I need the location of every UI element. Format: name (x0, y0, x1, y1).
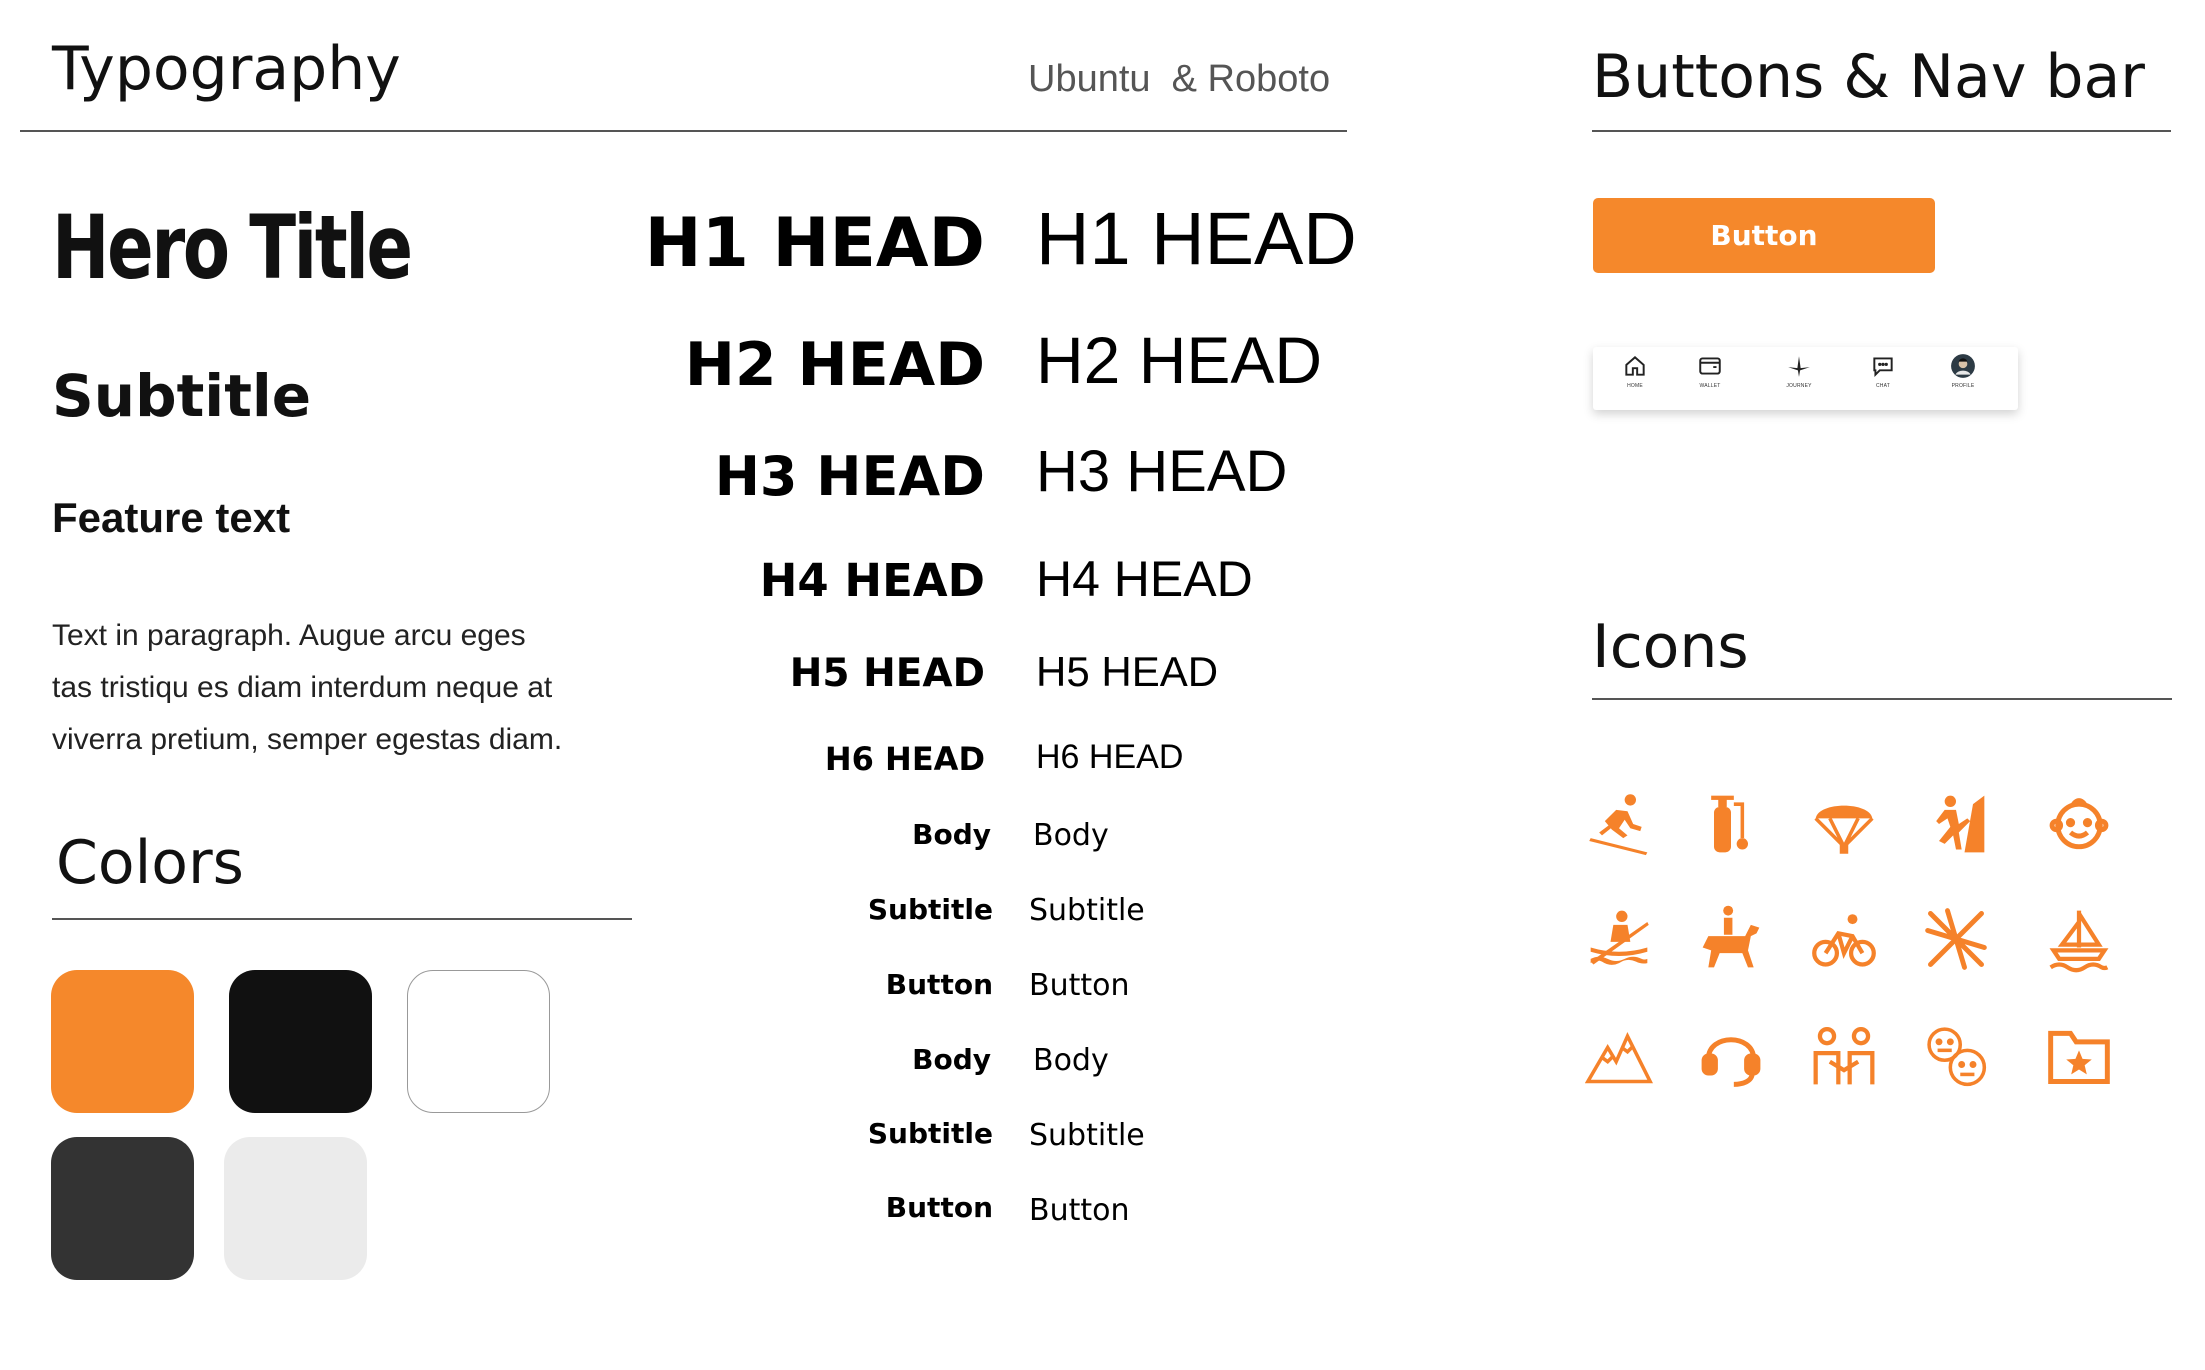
body-regular-sample: Body (1033, 818, 1109, 853)
primary-button[interactable]: Button (1593, 198, 1935, 273)
paragraph-line: tas tristiqu es diam interdum neque at (52, 671, 553, 704)
crossed-skis-icon (1922, 905, 1990, 973)
button-regular-sample: Button (1029, 1193, 1130, 1228)
mountains-icon (1584, 1022, 1654, 1090)
subtitle-bold-sample: Subtitle (867, 1117, 993, 1150)
skiing-icon (1585, 790, 1653, 858)
buttons-divider (1592, 130, 2171, 132)
fonts-note: Ubuntu & Roboto (1028, 58, 1331, 100)
h4-bold-sample: H4 HEAD (759, 554, 985, 607)
subtitle-regular-sample: Subtitle (1029, 893, 1145, 928)
colors-title: Colors (56, 828, 244, 898)
headset-icon (1697, 1022, 1765, 1090)
icons-divider (1592, 698, 2172, 700)
h1-regular-sample: H1 HEAD (1036, 197, 1357, 280)
cycling-icon (1810, 905, 1878, 973)
color-swatch-black (229, 970, 372, 1113)
home-icon (1625, 356, 1645, 376)
nav-item-journey[interactable]: JOURNEY (1769, 353, 1829, 407)
h2-regular-sample: H2 HEAD (1036, 323, 1323, 397)
h3-regular-sample: H3 HEAD (1036, 439, 1288, 504)
button-bold-sample: Button (885, 968, 993, 1001)
h4-regular-sample: H4 HEAD (1036, 551, 1253, 607)
baby-face-icon (2045, 790, 2113, 858)
chat-icon (1873, 357, 1893, 378)
nav-item-wallet[interactable]: WALLET (1680, 353, 1740, 407)
wallet-icon (1699, 357, 1721, 375)
subtitle-regular-sample: Subtitle (1029, 1118, 1145, 1153)
body-bold-sample: Body (912, 818, 991, 851)
button-regular-sample: Button (1029, 968, 1130, 1003)
journey-icon (1788, 356, 1810, 377)
h5-bold-sample: H5 HEAD (789, 651, 985, 696)
nav-label: WALLET (1699, 383, 1721, 389)
buttons-title: Buttons & Nav bar (1592, 42, 2145, 112)
sailboat-icon (2045, 905, 2113, 973)
body-bold-sample: Body (912, 1043, 991, 1076)
group-icon (1810, 1022, 1878, 1090)
h3-bold-sample: H3 HEAD (714, 445, 985, 508)
scuba-tank-icon (1697, 790, 1765, 858)
typography-divider (20, 130, 1347, 132)
paragraph-line: Text in paragraph. Augue arcu eges (52, 619, 526, 652)
h6-regular-sample: H6 HEAD (1036, 738, 1184, 776)
subtitle-bold-sample: Subtitle (867, 893, 993, 926)
bottom-nav-bar: HOME WALLET JOURNEY CHAT PROFILE (1593, 347, 2018, 410)
nav-label: PROFILE (1951, 383, 1975, 389)
starred-folder-icon (2045, 1022, 2113, 1090)
profile-avatar (1951, 354, 1975, 378)
climbing-icon (1922, 790, 1990, 858)
colors-divider (52, 918, 632, 920)
nav-label: JOURNEY (1786, 383, 1812, 389)
color-swatch-dark-gray (51, 1137, 194, 1280)
color-swatch-orange (51, 970, 194, 1113)
faces-icon (1922, 1022, 1990, 1090)
paragraph-line: viverra pretium, semper egestas diam. (52, 723, 563, 756)
subtitle-sample: Subtitle (52, 362, 312, 430)
nav-item-chat[interactable]: CHAT (1853, 353, 1913, 407)
typography-title: Typography (52, 34, 401, 104)
h5-regular-sample: H5 HEAD (1036, 648, 1219, 695)
h6-bold-sample: H6 HEAD (824, 740, 985, 778)
color-swatch-light-gray (224, 1137, 367, 1280)
nav-item-profile[interactable]: PROFILE (1933, 353, 1993, 407)
body-regular-sample: Body (1033, 1043, 1109, 1078)
button-bold-sample: Button (885, 1191, 993, 1224)
kayaking-icon (1585, 905, 1653, 973)
horse-riding-icon (1697, 905, 1765, 973)
nav-label: CHAT (1875, 383, 1891, 389)
icons-title: Icons (1592, 612, 1749, 682)
paragraph-sample: Text in paragraph. Augue arcu eges tas t… (52, 610, 562, 766)
nav-item-home[interactable]: HOME (1605, 353, 1665, 407)
feature-text-sample: Feature text (52, 494, 291, 541)
h2-bold-sample: H2 HEAD (684, 330, 985, 400)
parachute-icon (1810, 790, 1878, 858)
color-swatch-white (407, 970, 550, 1113)
h1-bold-sample: H1 HEAD (644, 204, 985, 283)
hero-title: Hero Title (52, 196, 413, 299)
nav-label: HOME (1627, 383, 1643, 389)
